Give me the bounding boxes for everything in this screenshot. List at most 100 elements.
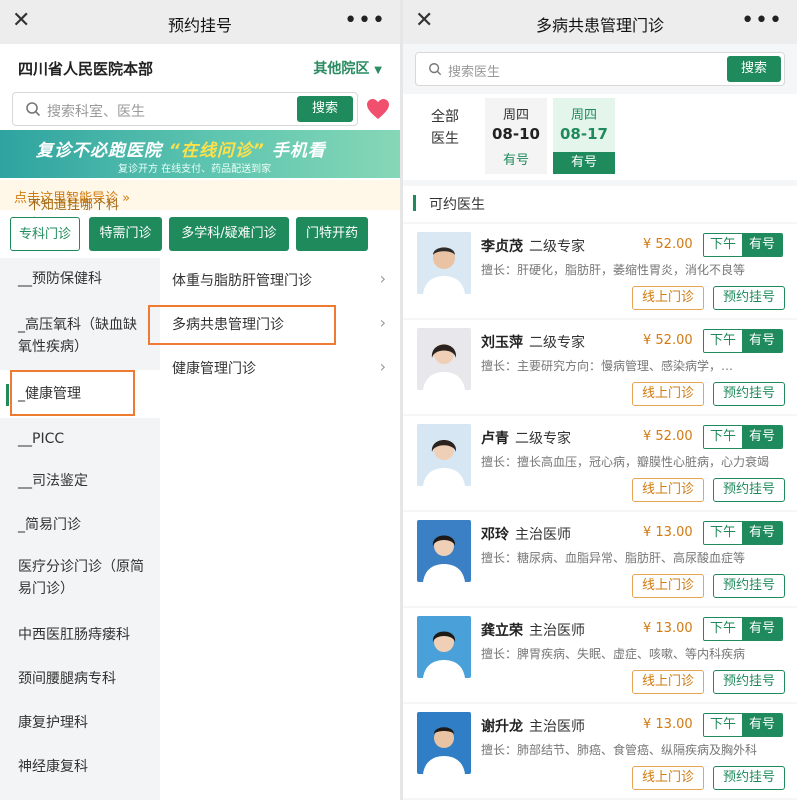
doctor-level: 二级专家: [529, 239, 585, 255]
doctor-price: ¥ 13.00: [643, 717, 693, 732]
online-clinic-button[interactable]: 线上门诊: [632, 574, 704, 598]
doctor-level: 主治医师: [529, 719, 585, 735]
slot-badge: 下午 有号: [703, 617, 783, 641]
department-sidebar: __预防保健科 _高压氧科（缺血缺氧性疾病） _健康管理 __PICC __司法…: [0, 258, 160, 800]
doctor-card[interactable]: 刘玉萍 二级专家 ¥ 52.00 下午 有号 擅长：主要研究方向：慢病管理、感染病学…: [403, 320, 797, 414]
book-appointment-button[interactable]: 预约挂号: [713, 670, 785, 694]
doctor-avatar: [417, 232, 471, 294]
doctor-name: 卢青: [481, 431, 509, 447]
online-clinic-button[interactable]: 线上门诊: [632, 670, 704, 694]
doctor-level: 主治医师: [515, 527, 571, 543]
banner-headline: 复诊不必跑医院 “在线问诊” 手机看: [36, 136, 326, 161]
other-campus-selector[interactable]: 其他院区 ▼: [313, 58, 382, 78]
smart-guide-text: 不知道挂哪个科室?点击这里智能导诊 »: [14, 187, 130, 232]
highlight-box-selected-subdept: [148, 305, 336, 345]
doctor-specialty: 擅长：糖尿病、血脂异常、脂肪肝、高尿酸血症等: [481, 551, 746, 565]
department-type-tabs: 专科门诊 特需门诊 多学科/疑难门诊 门特开药: [0, 214, 400, 254]
subdept-item[interactable]: 健康管理门诊 ›: [160, 346, 400, 390]
online-clinic-button[interactable]: 线上门诊: [632, 382, 704, 406]
banner-prefix: 复诊不必跑医院: [36, 141, 162, 161]
sidebar-item[interactable]: _简易门诊: [0, 514, 160, 536]
sidebar-item[interactable]: 颈间腰腿病专科: [0, 668, 160, 690]
doctor-avatar: [417, 712, 471, 774]
date-weekday: 周四: [570, 108, 597, 123]
search-button[interactable]: 搜索: [727, 56, 781, 82]
page-title: 预约挂号: [167, 16, 232, 35]
doctor-name: 刘玉萍: [481, 335, 523, 351]
date-day: 08-10: [492, 125, 540, 143]
slot-period: 下午: [704, 426, 742, 448]
all-doctors-option[interactable]: 全部 医生: [417, 106, 473, 150]
book-appointment-button[interactable]: 预约挂号: [713, 382, 785, 406]
date-card-selected[interactable]: 周四 08-17 有号: [553, 98, 615, 174]
section-bar: [413, 195, 416, 211]
all-line-1: 全部: [431, 109, 459, 125]
sidebar-item[interactable]: __预防保健科: [0, 268, 160, 290]
sidebar-item[interactable]: __PICC: [0, 428, 160, 450]
search-input[interactable]: 搜索科室、医生 搜索: [12, 92, 358, 126]
doctor-avatar: [417, 424, 471, 486]
doctor-name-row: 龚立荣 主治医师: [481, 620, 585, 640]
online-clinic-button[interactable]: 线上门诊: [632, 478, 704, 502]
book-appointment-button[interactable]: 预约挂号: [713, 574, 785, 598]
subdept-item[interactable]: 体重与脂肪肝管理门诊 ›: [160, 258, 400, 302]
doctor-specialty: 擅长：擅长高血压，冠心病，瓣膜性心脏病，心力衰竭: [481, 455, 770, 469]
highlight-box-selected-department: [10, 370, 135, 416]
left-titlebar: ✕ 预约挂号 •••: [0, 0, 400, 44]
tab-special-disease-prescription[interactable]: 门特开药: [296, 217, 368, 251]
doctor-card[interactable]: 邓玲 主治医师 ¥ 13.00 下午 有号 擅长：糖尿病、血脂异常、脂肪肝、高尿酸血…: [403, 512, 797, 606]
doctor-list-screen: ✕ 多病共患管理门诊 ••• 搜索医生 搜索 全部 医生 周四 08-10 有号…: [403, 0, 797, 800]
book-appointment-button[interactable]: 预约挂号: [713, 286, 785, 310]
sidebar-item[interactable]: 医疗分诊门诊（原简易门诊）: [0, 556, 160, 600]
doctor-level: 主治医师: [529, 623, 585, 639]
more-icon[interactable]: •••: [344, 8, 386, 33]
tab-special-needs-clinic[interactable]: 特需门诊: [89, 217, 162, 251]
search-placeholder: 搜索医生: [448, 65, 501, 80]
search-button[interactable]: 搜索: [297, 96, 353, 122]
doctor-card[interactable]: 卢青 二级专家 ¥ 52.00 下午 有号 擅长：擅长高血压，冠心病，瓣膜性心脏病，…: [403, 416, 797, 510]
date-card[interactable]: 周四 08-10 有号: [485, 98, 547, 174]
sidebar-item[interactable]: 神经康复科: [0, 756, 160, 778]
chevron-right-icon: ›: [379, 269, 386, 288]
slot-availability: 有号: [742, 522, 782, 544]
sidebar-item[interactable]: 中西医肛肠痔瘘科: [0, 624, 160, 646]
book-appointment-button[interactable]: 预约挂号: [713, 478, 785, 502]
banner-suffix: 手机看: [271, 141, 326, 161]
tab-multidisciplinary-clinic[interactable]: 多学科/疑难门诊: [169, 217, 289, 251]
doctor-name-row: 刘玉萍 二级专家: [481, 332, 585, 352]
sidebar-item[interactable]: __司法鉴定: [0, 470, 160, 492]
caret-down-icon: ▼: [374, 65, 382, 76]
doctor-price: ¥ 52.00: [643, 429, 693, 444]
sidebar-item[interactable]: 康复护理科: [0, 712, 160, 734]
doctor-name: 谢升龙: [481, 719, 523, 735]
doctor-name: 邓玲: [481, 527, 509, 543]
more-icon[interactable]: •••: [741, 8, 783, 33]
date-status: 有号: [553, 152, 615, 174]
doctor-search-input[interactable]: 搜索医生 搜索: [415, 52, 785, 86]
date-selector: 全部 医生 周四 08-10 有号 周四 08-17 有号: [403, 94, 797, 180]
online-consult-banner[interactable]: 复诊不必跑医院 “在线问诊” 手机看 复诊开方 在线支付、药品配送到家: [0, 130, 400, 178]
doctor-specialty: 擅长：肺部结节、肺癌、食管癌、纵隔疾病及胸外科: [481, 743, 758, 757]
slot-availability: 有号: [742, 426, 782, 448]
smart-guide-bar[interactable]: 不知道挂哪个科室?点击这里智能导诊 »: [0, 180, 400, 232]
doctor-name-row: 谢升龙 主治医师: [481, 716, 585, 736]
doctor-level: 二级专家: [515, 431, 571, 447]
tab-specialty-clinic[interactable]: 专科门诊: [10, 217, 80, 251]
doctor-price: ¥ 52.00: [643, 333, 693, 348]
doctor-card[interactable]: 李贞茂 二级专家 ¥ 52.00 下午 有号 擅长：肝硬化，脂肪肝，萎缩性胃炎，消化…: [403, 224, 797, 318]
slot-availability: 有号: [742, 618, 782, 640]
chevron-right-icon: ›: [379, 357, 386, 376]
book-appointment-button[interactable]: 预约挂号: [713, 766, 785, 790]
heart-icon[interactable]: [366, 98, 390, 120]
doctor-card[interactable]: 龚立荣 主治医师 ¥ 13.00 下午 有号 擅长：脾胃疾病、失眠、虚症、咳嗽、等内…: [403, 608, 797, 702]
doctor-level: 二级专家: [529, 335, 585, 351]
online-clinic-button[interactable]: 线上门诊: [632, 286, 704, 310]
online-clinic-button[interactable]: 线上门诊: [632, 766, 704, 790]
sidebar-item[interactable]: _高压氧科（缺血缺氧性疾病）: [0, 314, 160, 358]
hospital-row: 四川省人民医院本部 其他院区 ▼: [0, 44, 400, 90]
doctor-card[interactable]: 谢升龙 主治医师 ¥ 13.00 下午 有号 擅长：肺部结节、肺癌、食管癌、纵隔疾病…: [403, 704, 797, 798]
doctor-name-row: 邓玲 主治医师: [481, 524, 571, 544]
doctor-avatar: [417, 328, 471, 390]
date-weekday: 周四: [502, 108, 529, 123]
other-campus-label: 其他院区: [313, 61, 370, 77]
